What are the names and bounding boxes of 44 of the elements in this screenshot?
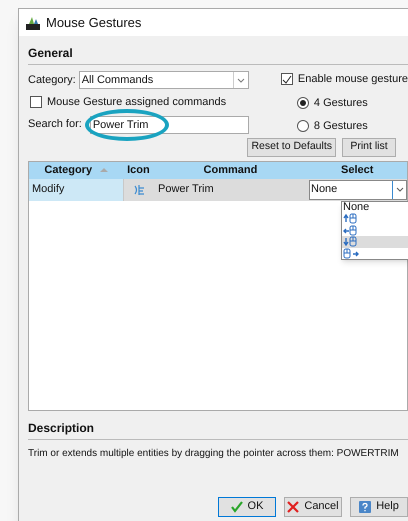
checkbox-label: Mouse Gesture assigned commands	[47, 95, 226, 110]
check-icon	[230, 500, 243, 512]
column-header[interactable]: Category	[44, 162, 92, 178]
mouse-gesture-icon	[343, 248, 359, 259]
radio-label: 4 Gestures	[314, 96, 368, 110]
search-field[interactable]: Power Trim	[90, 116, 249, 134]
chevron-down-icon	[236, 78, 245, 82]
section-heading: General	[28, 44, 408, 65]
select-dropdown[interactable]: None	[309, 180, 407, 200]
button[interactable]: Reset to Defaults	[247, 138, 336, 156]
check-icon	[282, 74, 292, 84]
radio-button[interactable]	[296, 96, 309, 109]
field-label: Search for:	[28, 117, 82, 132]
column-header[interactable]: Command	[204, 162, 258, 178]
close-icon	[287, 500, 300, 512]
section-heading: Description	[28, 418, 408, 440]
button[interactable]: Help	[350, 496, 408, 516]
button[interactable]: OK	[218, 496, 276, 516]
radio-button[interactable]	[296, 120, 309, 132]
chevron-down-icon	[396, 187, 404, 192]
mouse-gesture-icon	[343, 213, 359, 224]
checkbox[interactable]	[30, 96, 42, 108]
mouse-gesture-icon	[343, 236, 359, 248]
sort-arrow-icon	[100, 168, 108, 172]
button[interactable]: Cancel	[284, 496, 342, 516]
dropdown-option[interactable]	[342, 236, 408, 248]
window-title: Mouse Gestures	[46, 14, 142, 32]
column-header[interactable]: Icon	[127, 162, 150, 178]
category-dropdown[interactable]: All Commands	[78, 71, 249, 89]
trim-icon	[133, 184, 145, 196]
button[interactable]: Print list	[342, 138, 396, 156]
help-icon	[359, 500, 372, 512]
checkbox-label: Enable mouse gesture	[298, 72, 408, 87]
app-icon	[26, 16, 40, 30]
table-row[interactable]: Modify Power Trim None	[29, 178, 407, 200]
dropdown-option[interactable]: None	[342, 202, 408, 213]
radio-label: 8 Gestures	[314, 119, 368, 134]
field-label: Category:	[28, 72, 76, 88]
mouse-gesture-icon	[343, 224, 359, 236]
column-header[interactable]: Select	[341, 162, 374, 178]
checkbox[interactable]	[280, 73, 293, 86]
table-cell-text: Modify	[32, 182, 64, 198]
table-cell: Power Trim	[158, 183, 214, 196]
description-text: Trim or extends multiple entities by dragging the pointer across them: POWERTRIM	[28, 446, 400, 460]
